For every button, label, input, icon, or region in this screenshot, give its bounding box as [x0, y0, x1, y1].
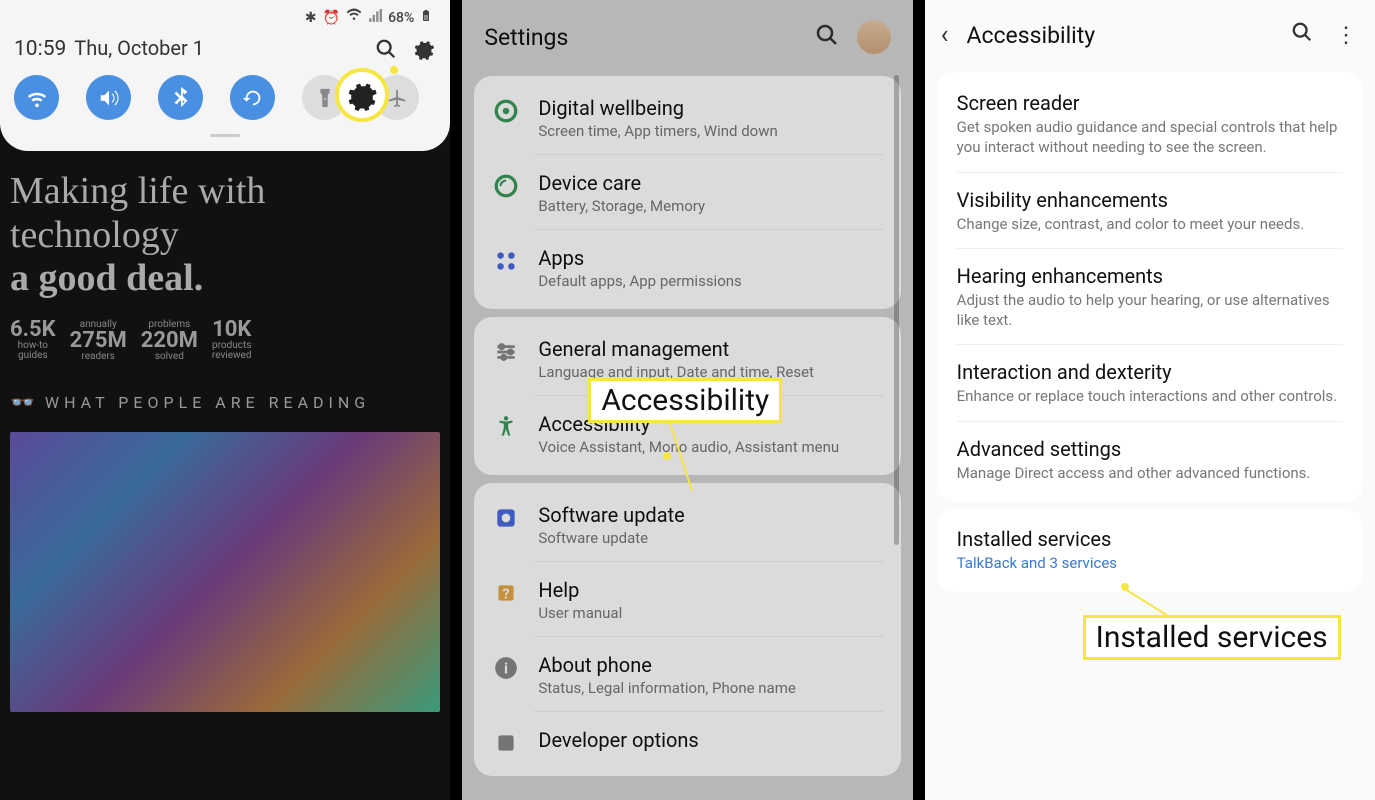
accessibility-header: ‹ Accessibility ⋮ [925, 0, 1375, 66]
more-options-icon[interactable]: ⋮ [1333, 23, 1359, 48]
date-label: Thu, October 1 [74, 36, 204, 60]
accessibility-group: Installed servicesTalkBack and 3 service… [937, 508, 1363, 592]
search-icon[interactable] [1289, 21, 1315, 49]
general-icon [492, 338, 520, 366]
headline-bold: a good deal. [10, 257, 203, 299]
item-subtitle: Software update [538, 529, 882, 547]
bluetooth-toggle[interactable] [158, 75, 203, 120]
time-label: 10:59 [14, 37, 66, 61]
about-icon: i [492, 654, 520, 682]
accessibility-item[interactable]: Screen readerGet spoken audio guidance a… [937, 76, 1363, 173]
item-title: Apps [538, 245, 882, 271]
search-icon[interactable] [815, 23, 839, 51]
item-title: Installed services [957, 527, 1343, 551]
settings-item-wellbeing[interactable]: Digital wellbeingScreen time, App timers… [474, 80, 900, 155]
item-subtitle: Voice Assistant, Mono audio, Assistant m… [538, 438, 882, 456]
callout-dot [1121, 583, 1129, 591]
settings-title: Settings [484, 24, 568, 51]
alarm-status-icon: ⏰ [323, 10, 340, 26]
item-subtitle: Adjust the audio to help your hearing, o… [957, 290, 1343, 331]
installed-services-callout: Installed services [1083, 615, 1341, 660]
gear-highlight-callout [335, 68, 389, 122]
signal-status-icon [368, 9, 382, 27]
item-title: Hearing enhancements [957, 264, 1343, 288]
item-title: Digital wellbeing [538, 95, 882, 121]
accessibility-title: Accessibility [966, 22, 1271, 49]
settings-group: Software updateSoftware update? HelpUser … [474, 483, 900, 776]
item-title: Interaction and dexterity [957, 360, 1343, 384]
settings-group: Digital wellbeingScreen time, App timers… [474, 76, 900, 309]
article-image [10, 432, 440, 712]
bluetooth-status-icon: ✱ [305, 10, 317, 26]
accessibility-icon [492, 413, 520, 441]
accessibility-callout: Accessibility [588, 378, 782, 423]
settings-item-dev[interactable]: Developer options [474, 712, 900, 772]
item-subtitle: Battery, Storage, Memory [538, 197, 882, 215]
item-title: Screen reader [957, 91, 1343, 115]
battery-icon [420, 8, 432, 28]
gear-callout-dot [390, 66, 398, 74]
profile-avatar[interactable] [857, 20, 891, 54]
accessibility-item[interactable]: Interaction and dexterityEnhance or repl… [937, 345, 1363, 421]
item-subtitle: Change size, contrast, and color to meet… [957, 214, 1343, 234]
settings-item-about[interactable]: i About phoneStatus, Legal information, P… [474, 637, 900, 712]
item-title: Developer options [538, 727, 882, 753]
settings-item-devicecare[interactable]: Device careBattery, Storage, Memory [474, 155, 900, 230]
item-subtitle: Get spoken audio guidance and special co… [957, 117, 1343, 158]
apps-icon [492, 247, 520, 275]
item-title: About phone [538, 652, 882, 678]
item-title: Advanced settings [957, 437, 1343, 461]
headline-plain: Making life with technology [10, 170, 265, 256]
accessibility-item[interactable]: Advanced settingsManage Direct access an… [937, 422, 1363, 498]
notification-shade: ✱ ⏰ 68% 10:59 Thu, October 1 [0, 0, 450, 151]
settings-gear-icon[interactable] [412, 37, 436, 61]
item-subtitle: TalkBack and 3 services [957, 553, 1343, 573]
settings-item-apps[interactable]: AppsDefault apps, App permissions [474, 230, 900, 305]
svg-text:i: i [504, 659, 508, 677]
accessibility-item[interactable]: Installed servicesTalkBack and 3 service… [937, 512, 1363, 588]
accessibility-item[interactable]: Visibility enhancementsChange size, cont… [937, 173, 1363, 249]
settings-header: Settings [462, 0, 912, 68]
rotate-toggle[interactable] [230, 75, 275, 120]
scrollbar[interactable] [894, 75, 899, 780]
item-title: Device care [538, 170, 882, 196]
item-title: Help [538, 577, 882, 603]
item-subtitle: Manage Direct access and other advanced … [957, 463, 1343, 483]
panel-accessibility-list: ‹ Accessibility ⋮ Screen readerGet spoke… [919, 0, 1375, 800]
background-article: Making life with technology a good deal.… [10, 170, 440, 712]
wifi-toggle[interactable] [14, 75, 59, 120]
item-subtitle: Screen time, App timers, Wind down [538, 122, 882, 140]
devicecare-icon [492, 172, 520, 200]
sound-toggle[interactable] [86, 75, 131, 120]
dev-icon [492, 729, 520, 757]
scrollbar-thumb[interactable] [894, 75, 899, 545]
reading-label: WHAT PEOPLE ARE READING [45, 393, 370, 412]
item-subtitle: Enhance or replace touch interactions an… [957, 386, 1343, 406]
accessibility-item[interactable]: Hearing enhancementsAdjust the audio to … [937, 249, 1363, 346]
settings-item-update[interactable]: Software updateSoftware update [474, 487, 900, 562]
stats-row: 6.5Khow-toguides annually275Mreaders pro… [10, 319, 440, 362]
search-icon[interactable] [374, 37, 398, 61]
wellbeing-icon [492, 97, 520, 125]
item-subtitle: User manual [538, 604, 882, 622]
item-title: General management [538, 336, 882, 362]
panel-quick-settings: ✱ ⏰ 68% 10:59 Thu, October 1 [0, 0, 456, 800]
settings-item-help[interactable]: ? HelpUser manual [474, 562, 900, 637]
wifi-status-icon [346, 8, 362, 28]
item-subtitle: Status, Legal information, Phone name [538, 679, 882, 697]
time-date-row: 10:59 Thu, October 1 [14, 32, 436, 71]
item-subtitle: Default apps, App permissions [538, 272, 882, 290]
update-icon [492, 504, 520, 532]
shade-handle[interactable] [210, 134, 240, 137]
item-title: Visibility enhancements [957, 188, 1343, 212]
help-icon: ? [492, 579, 520, 607]
back-arrow-icon[interactable]: ‹ [941, 20, 949, 50]
battery-percent: 68% [388, 10, 414, 26]
item-title: Software update [538, 502, 882, 528]
accessibility-group: Screen readerGet spoken audio guidance a… [937, 72, 1363, 502]
panel-settings-list: Settings Digital wellbeingScreen time, A… [456, 0, 918, 800]
svg-text:?: ? [503, 586, 510, 602]
status-bar: ✱ ⏰ 68% [14, 8, 436, 32]
glasses-icon: 👓 [10, 390, 35, 414]
